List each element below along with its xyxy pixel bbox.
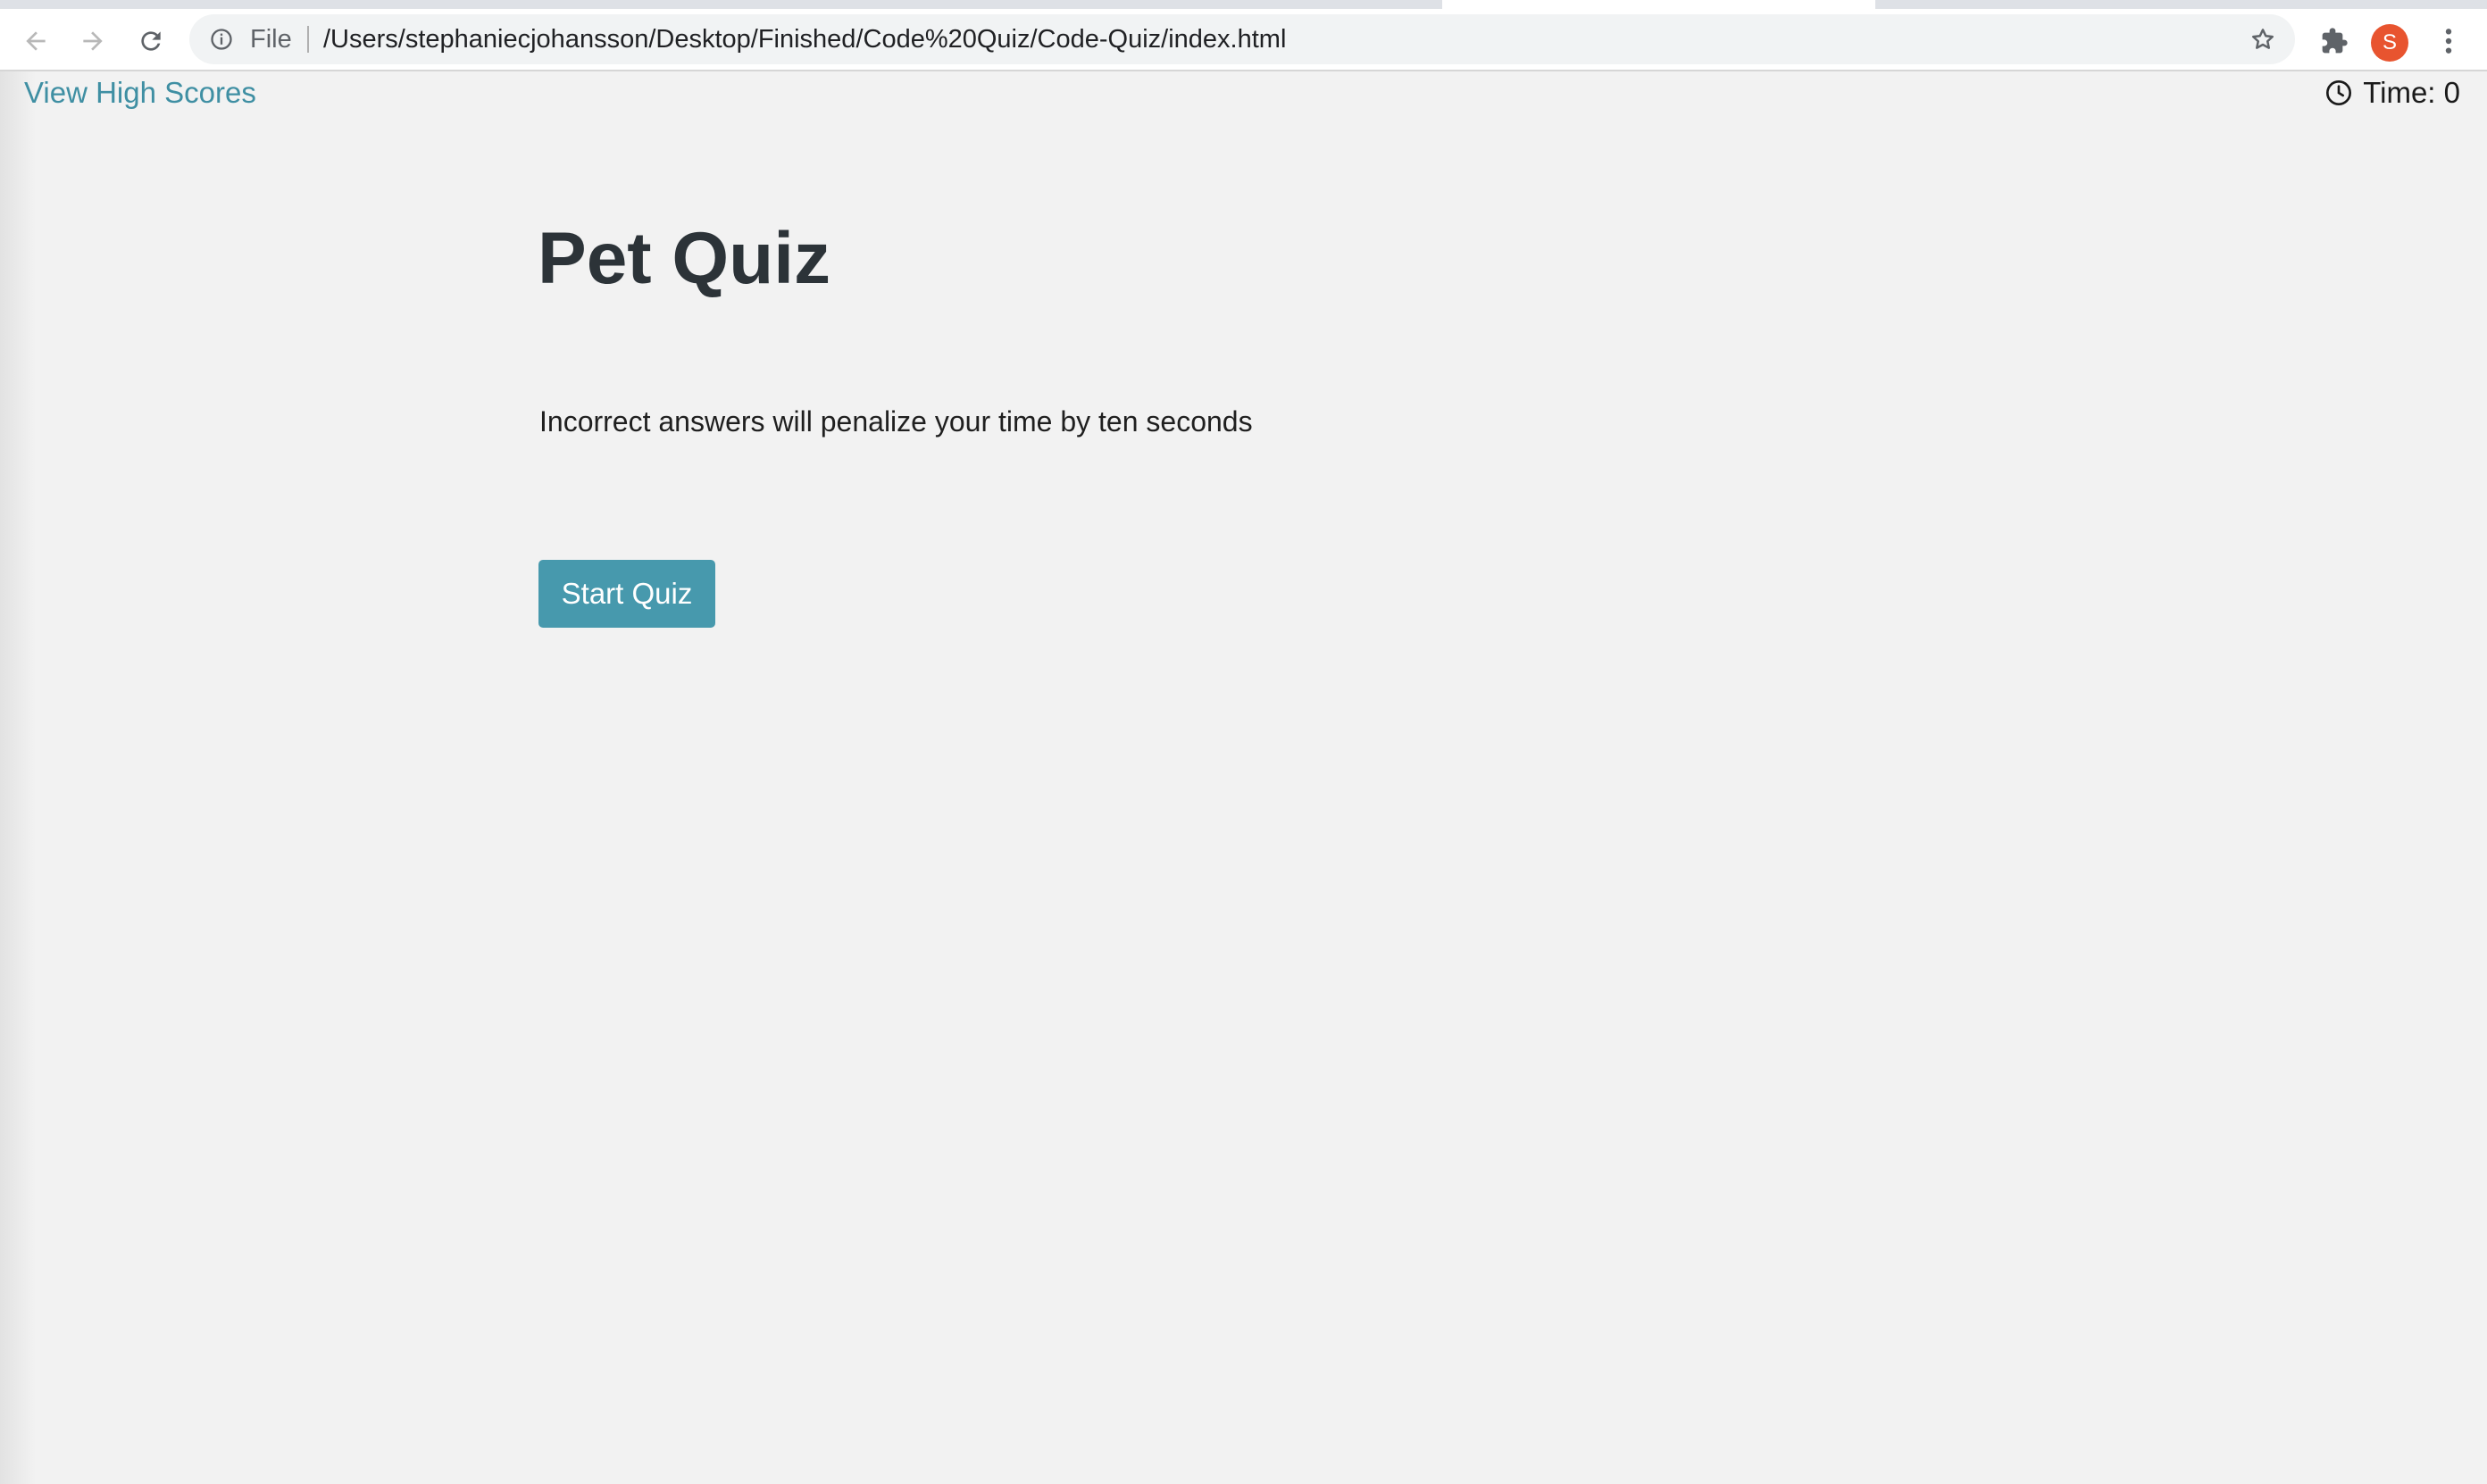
back-arrow-icon[interactable] xyxy=(16,21,55,61)
active-tab[interactable] xyxy=(1442,0,1875,9)
browser-window: File /Users/stephaniecjohansson/Desktop/… xyxy=(0,0,2487,1484)
page-content: View High Scores Time: 0 Pet Quiz Incorr… xyxy=(0,71,2487,1484)
kebab-menu-icon[interactable] xyxy=(2431,21,2466,61)
view-high-scores-link[interactable]: View High Scores xyxy=(24,75,256,111)
url-scheme: File xyxy=(250,25,292,54)
extensions-puzzle-icon[interactable] xyxy=(2315,21,2354,61)
page-title: Pet Quiz xyxy=(538,218,831,299)
timer-text: Time: 0 xyxy=(2363,76,2460,109)
timer: Time: 0 xyxy=(2324,75,2460,111)
reload-icon[interactable] xyxy=(131,21,171,61)
forward-arrow-icon[interactable] xyxy=(73,21,113,61)
avatar[interactable]: S xyxy=(2371,24,2408,62)
avatar-initial: S xyxy=(2382,30,2397,54)
address-bar[interactable]: File /Users/stephaniecjohansson/Desktop/… xyxy=(189,14,2295,64)
browser-toolbar: File /Users/stephaniecjohansson/Desktop/… xyxy=(0,9,2487,71)
info-icon[interactable] xyxy=(207,25,236,54)
window-edge-shadow xyxy=(0,71,36,1484)
star-icon[interactable] xyxy=(2247,23,2279,55)
tab-strip xyxy=(0,0,2487,9)
clock-icon xyxy=(2324,78,2354,108)
url-separator xyxy=(307,26,309,53)
url-text[interactable]: /Users/stephaniecjohansson/Desktop/Finis… xyxy=(323,26,1286,53)
start-quiz-button[interactable]: Start Quiz xyxy=(538,560,715,628)
quiz-description: Incorrect answers will penalize your tim… xyxy=(539,405,1253,438)
